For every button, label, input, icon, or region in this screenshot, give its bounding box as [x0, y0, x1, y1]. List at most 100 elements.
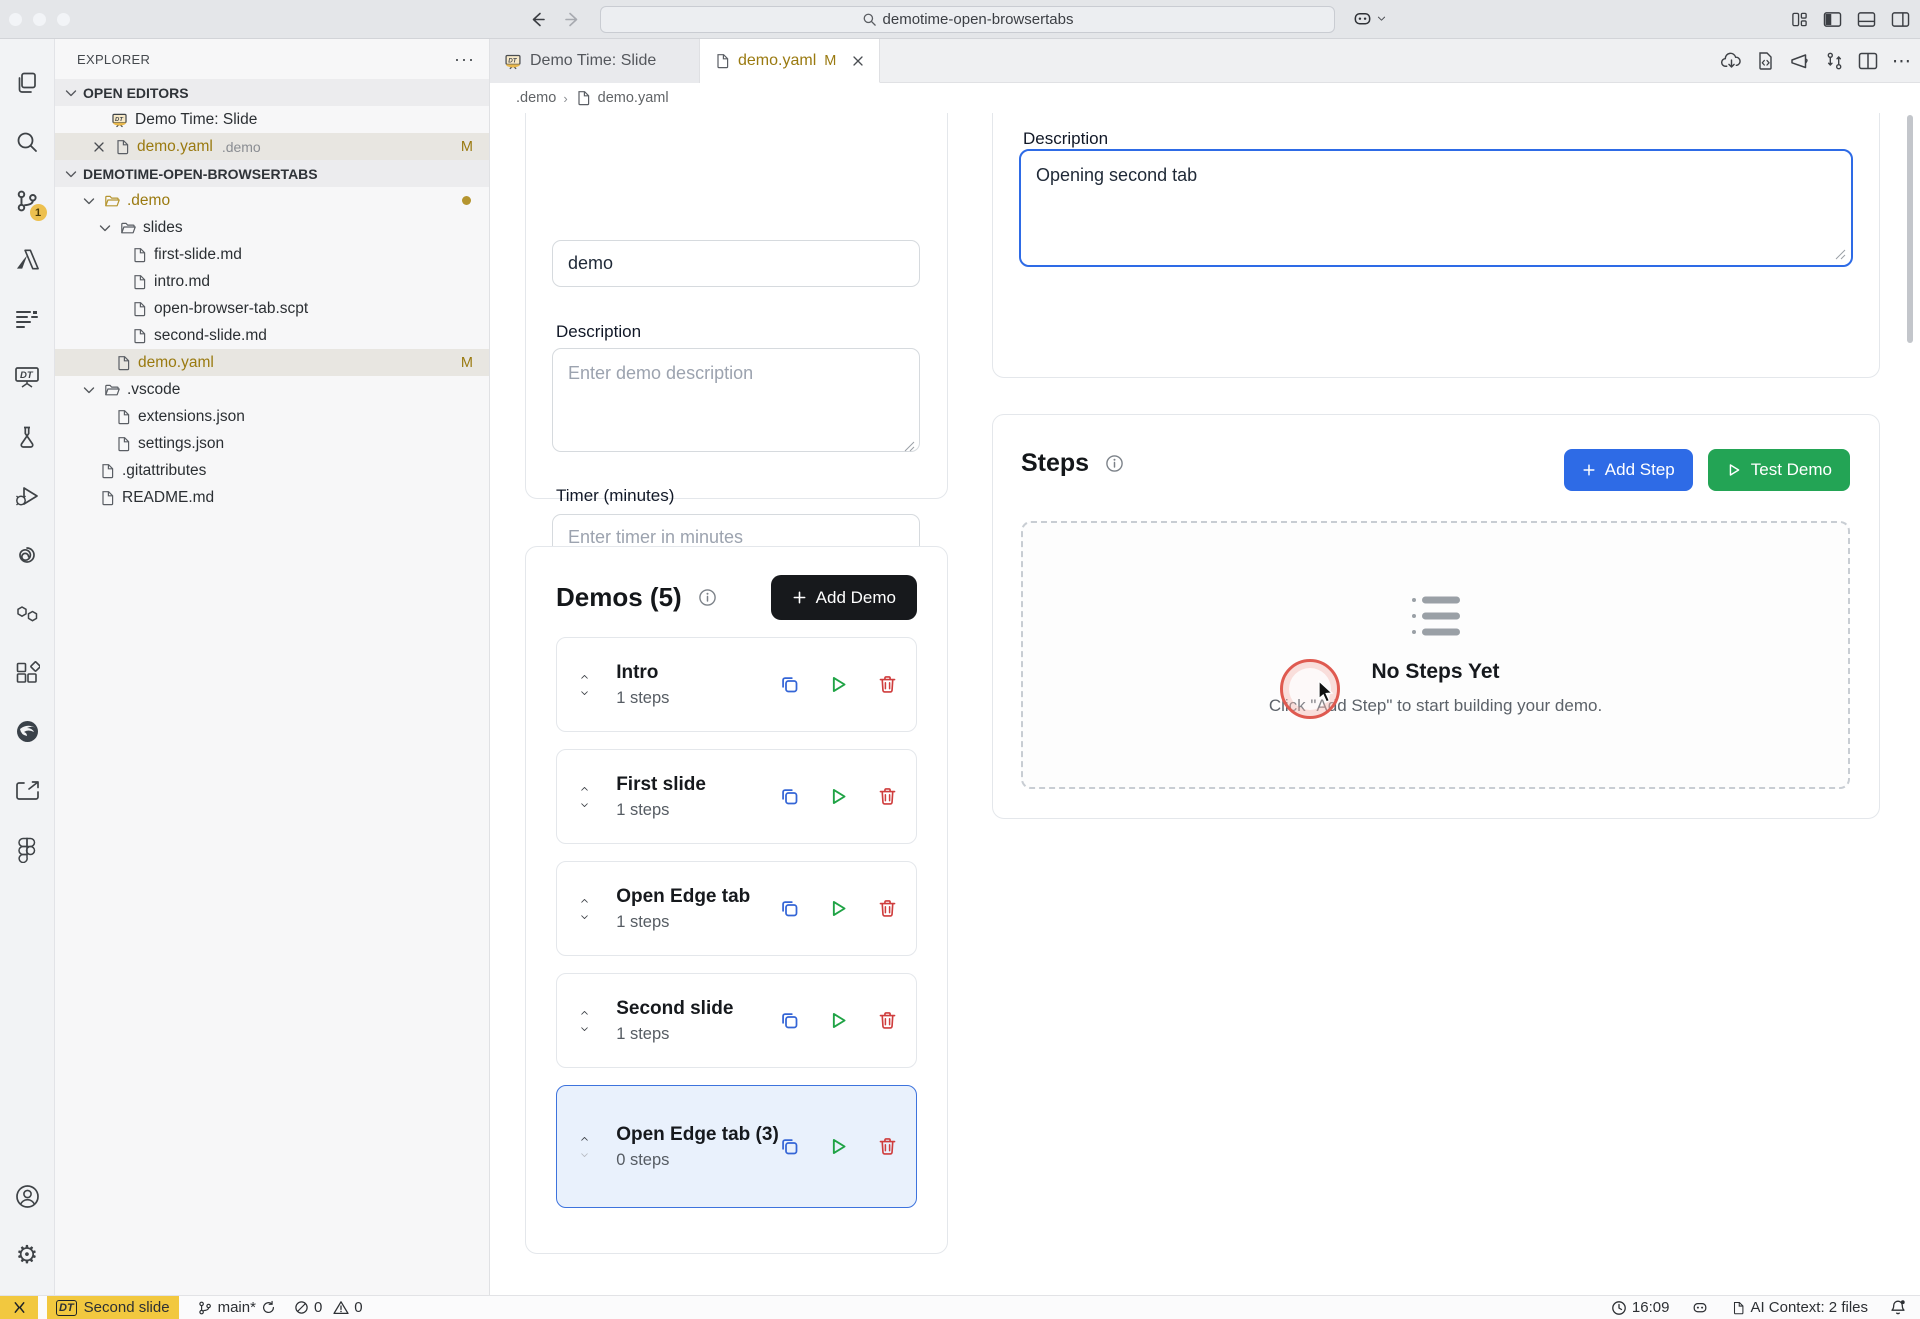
webview-scrollbar[interactable] — [1907, 115, 1913, 343]
move-up-icon[interactable] — [577, 672, 592, 682]
hexagons-extension-icon[interactable] — [0, 584, 55, 643]
move-down-icon[interactable] — [577, 688, 592, 698]
run-debug-icon[interactable] — [0, 466, 55, 525]
dark-swirl-extension-icon[interactable] — [0, 702, 55, 761]
open-editor-demo-time[interactable]: DT Demo Time: Slide — [55, 106, 489, 133]
open-source-file-icon[interactable] — [1756, 51, 1775, 71]
breadcrumb-folder[interactable]: .demo — [516, 90, 556, 106]
customize-layout-icon[interactable] — [1791, 11, 1808, 28]
delete-demo-icon[interactable] — [877, 1136, 898, 1157]
minimize-window-button[interactable] — [33, 13, 46, 26]
command-center-search[interactable]: demotime-open-browsertabs — [600, 6, 1335, 33]
demo-card-first-slide[interactable]: First slide 1 steps — [556, 749, 917, 844]
resize-handle-icon[interactable] — [1835, 249, 1846, 260]
duplicate-demo-icon[interactable] — [779, 898, 800, 919]
tree-file-extensions-json[interactable]: extensions.json — [55, 403, 489, 430]
blocks-extension-icon[interactable] — [0, 643, 55, 702]
delete-demo-icon[interactable] — [877, 674, 898, 695]
time-status-item[interactable]: 16:09 — [1611, 1299, 1670, 1316]
screen-share-icon[interactable] — [0, 761, 55, 820]
move-down-icon[interactable] — [577, 800, 592, 810]
split-editor-icon[interactable] — [1858, 52, 1878, 70]
delete-demo-icon[interactable] — [877, 898, 898, 919]
run-demo-icon[interactable] — [828, 786, 849, 807]
project-section-header[interactable]: DEMOTIME-OPEN-BROWSERTABS — [55, 160, 489, 187]
run-demo-icon[interactable] — [828, 898, 849, 919]
breadcrumb-file[interactable]: demo.yaml — [598, 90, 669, 106]
move-up-icon[interactable] — [577, 896, 592, 906]
compare-changes-icon[interactable] — [1825, 51, 1844, 71]
spiral-extension-icon[interactable] — [0, 525, 55, 584]
search-view-icon[interactable] — [0, 112, 55, 171]
tree-file-intro[interactable]: intro.md — [55, 268, 489, 295]
duplicate-demo-icon[interactable] — [779, 786, 800, 807]
tree-file-settings-json[interactable]: settings.json — [55, 430, 489, 457]
more-actions-icon[interactable]: ⋯ — [1892, 50, 1912, 73]
zoom-window-button[interactable] — [57, 13, 70, 26]
tab-demo-time-slide[interactable]: DT Demo Time: Slide — [490, 39, 700, 83]
run-demo-icon[interactable] — [828, 1136, 849, 1157]
resize-handle-icon[interactable] — [904, 441, 915, 452]
duplicate-demo-icon[interactable] — [779, 674, 800, 695]
demo-time-status-item[interactable]: DT Second slide — [47, 1296, 179, 1319]
megaphone-icon[interactable] — [1789, 52, 1811, 71]
tree-file-second-slide[interactable]: second-slide.md — [55, 322, 489, 349]
branch-status-item[interactable]: main* — [197, 1299, 276, 1316]
explorer-icon[interactable] — [0, 53, 55, 112]
selected-demo-description-textarea[interactable] — [1021, 151, 1851, 265]
tree-file-first-slide[interactable]: first-slide.md — [55, 241, 489, 268]
tree-file-gitattributes[interactable]: .gitattributes — [55, 457, 489, 484]
run-demo-icon[interactable] — [828, 1010, 849, 1031]
tab-demo-yaml[interactable]: demo.yaml M — [700, 39, 880, 83]
delete-demo-icon[interactable] — [877, 786, 898, 807]
forward-icon[interactable] — [563, 10, 582, 29]
problems-status-item[interactable]: 0 0 — [294, 1299, 363, 1316]
settings-gear-icon[interactable]: ⚙ — [0, 1226, 55, 1285]
remote-indicator[interactable] — [0, 1296, 38, 1319]
notes-list-icon[interactable] — [0, 289, 55, 348]
toggle-panel-icon[interactable] — [1857, 11, 1876, 28]
sidebar-more-actions[interactable]: ··· — [454, 49, 475, 70]
info-icon[interactable] — [698, 588, 717, 607]
demo-description-textarea[interactable] — [552, 348, 920, 452]
open-editor-demo-yaml[interactable]: demo.yaml .demo M — [55, 133, 489, 160]
move-up-icon[interactable] — [577, 784, 592, 794]
move-up-icon[interactable] — [577, 1008, 592, 1018]
test-demo-button[interactable]: Test Demo — [1708, 449, 1850, 491]
notifications-status-item[interactable] — [1890, 1299, 1906, 1316]
demo-time-view-icon[interactable]: DT — [0, 348, 55, 407]
demo-card-second-slide[interactable]: Second slide 1 steps — [556, 973, 917, 1068]
sync-icon[interactable] — [261, 1300, 276, 1315]
info-icon[interactable] — [1105, 454, 1124, 473]
cloud-download-icon[interactable] — [1721, 51, 1742, 71]
tree-folder-vscode[interactable]: .vscode — [55, 376, 489, 403]
account-icon[interactable] — [0, 1167, 55, 1226]
demo-card-open-edge-tab[interactable]: Open Edge tab 1 steps — [556, 861, 917, 956]
toggle-primary-sidebar-icon[interactable] — [1823, 11, 1842, 28]
ai-context-status-item[interactable]: AI Context: 2 files — [1731, 1299, 1868, 1316]
copilot-status-item[interactable] — [1691, 1299, 1709, 1316]
testing-icon[interactable] — [0, 407, 55, 466]
duplicate-demo-icon[interactable] — [779, 1136, 800, 1157]
delete-demo-icon[interactable] — [877, 1010, 898, 1031]
demo-name-input[interactable] — [552, 240, 920, 287]
source-control-icon[interactable]: 1 — [0, 171, 55, 230]
move-down-icon[interactable] — [577, 1150, 592, 1160]
move-down-icon[interactable] — [577, 1024, 592, 1034]
move-up-icon[interactable] — [577, 1134, 592, 1144]
add-demo-button[interactable]: Add Demo — [771, 575, 917, 620]
tree-folder-demo[interactable]: .demo — [55, 187, 489, 214]
tree-file-demo-yaml[interactable]: demo.yaml M — [55, 349, 489, 376]
demo-card-intro[interactable]: Intro 1 steps — [556, 637, 917, 732]
back-icon[interactable] — [528, 10, 547, 29]
toggle-secondary-sidebar-icon[interactable] — [1891, 11, 1910, 28]
copilot-menu[interactable] — [1352, 8, 1387, 29]
run-demo-icon[interactable] — [828, 674, 849, 695]
figma-icon[interactable] — [0, 820, 55, 879]
add-step-button[interactable]: Add Step — [1564, 449, 1693, 491]
close-icon[interactable] — [91, 139, 107, 155]
close-tab-icon[interactable] — [850, 53, 866, 69]
tree-file-readme[interactable]: README.md — [55, 484, 489, 511]
duplicate-demo-icon[interactable] — [779, 1010, 800, 1031]
move-down-icon[interactable] — [577, 912, 592, 922]
